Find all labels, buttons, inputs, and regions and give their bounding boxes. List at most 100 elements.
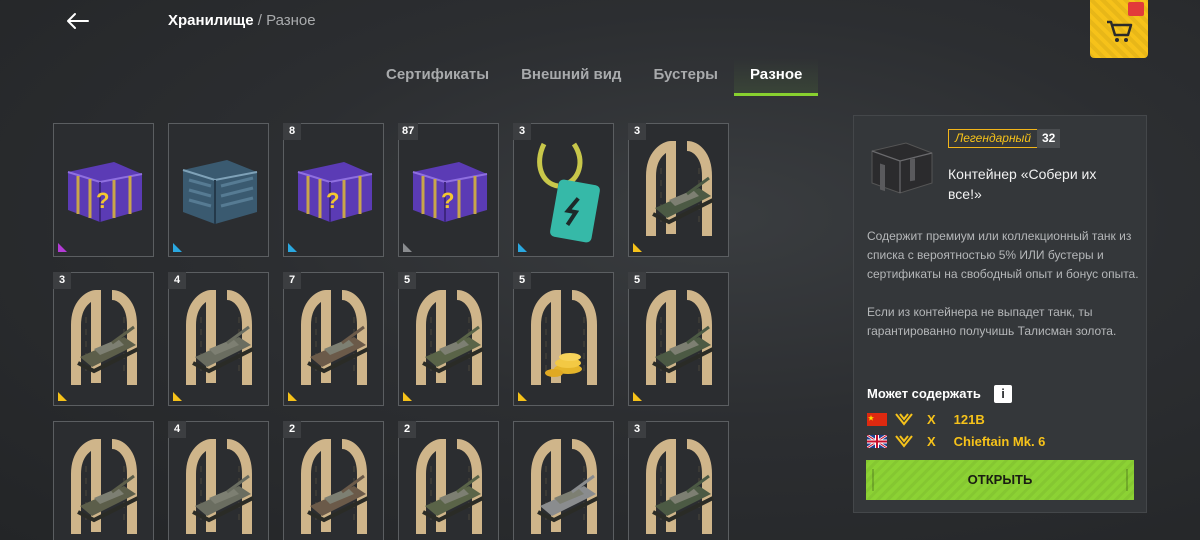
reward-row: X 121B — [867, 410, 985, 428]
item-detail-panel: Легендарный 32 Контейнер «Собери их все!… — [853, 115, 1147, 513]
steel-chest-icon — [182, 160, 258, 224]
shop-button[interactable] — [1090, 0, 1148, 58]
svg-text:?: ? — [441, 188, 454, 213]
item-count: 2 — [398, 421, 416, 438]
horseshoe-icon — [416, 289, 484, 385]
horseshoe-icon — [531, 289, 597, 385]
gold-coins-icon — [545, 353, 582, 377]
horseshoe-icon — [301, 289, 369, 385]
item-card[interactable]: 3 — [628, 123, 729, 257]
horseshoe-icon — [646, 140, 714, 236]
tab-bar: Сертификаты Внешний вид Бустеры Разное — [370, 58, 819, 96]
item-count: 3 — [628, 421, 646, 438]
item-card[interactable]: 3 — [513, 123, 614, 257]
item-count: 3 — [53, 272, 71, 289]
item-card[interactable]: 3 — [628, 421, 729, 540]
rarity-corner-icon — [173, 243, 182, 252]
purple-chest-icon: ? — [67, 162, 143, 222]
horseshoe-icon — [186, 289, 254, 385]
breadcrumb-current[interactable]: Хранилище — [168, 12, 254, 29]
reward-name[interactable]: Chieftain Mk. 6 — [954, 434, 1046, 449]
item-count: 5 — [398, 272, 416, 289]
item-card[interactable]: ? 8 — [283, 123, 384, 257]
item-count: 3 — [628, 123, 646, 140]
item-card[interactable] — [168, 123, 269, 257]
horseshoe-icon — [71, 289, 139, 385]
item-card[interactable] — [513, 421, 614, 540]
svg-text:?: ? — [96, 188, 109, 213]
tab-boosters[interactable]: Бустеры — [637, 58, 734, 96]
horseshoe-icon — [301, 438, 369, 534]
reward-multiplier: X — [927, 411, 936, 427]
reward-row: X Chieftain Mk. 6 — [867, 432, 1045, 450]
item-count-badge: 32 — [1037, 129, 1061, 148]
rarity-corner-icon — [288, 392, 297, 401]
breadcrumb-section: Разное — [266, 12, 316, 29]
purple-chest-icon: ? — [297, 162, 373, 222]
item-count: 7 — [283, 272, 301, 289]
rank-chevron-icon — [895, 413, 913, 426]
item-count: 87 — [398, 123, 419, 140]
info-icon[interactable]: i — [994, 385, 1012, 403]
china-flag-icon — [867, 412, 887, 426]
rarity-corner-icon — [173, 392, 182, 401]
tab-misc[interactable]: Разное — [734, 58, 819, 96]
item-count: 2 — [283, 421, 301, 438]
item-title: Контейнер «Собери их все!» — [948, 166, 1097, 202]
horseshoe-icon — [71, 438, 139, 534]
item-card[interactable]: 3 — [53, 272, 154, 406]
item-card[interactable]: 7 — [283, 272, 384, 406]
horseshoe-icon — [186, 438, 254, 534]
item-card[interactable]: ? — [53, 123, 154, 257]
item-count: 5 — [628, 272, 646, 289]
rarity-corner-icon — [403, 243, 412, 252]
rarity-corner-icon — [518, 392, 527, 401]
horseshoe-icon — [646, 289, 714, 385]
item-card[interactable]: 2 — [283, 421, 384, 540]
description-paragraph: Содержит премиум или коллекционный танк … — [867, 229, 1139, 281]
item-description: Содержит премиум или коллекционный танк … — [867, 227, 1142, 341]
rarity-corner-icon — [403, 392, 412, 401]
rarity-corner-icon — [58, 392, 67, 401]
breadcrumb-separator: / — [257, 12, 262, 29]
rarity-corner-icon — [58, 243, 67, 252]
item-card[interactable]: 5 — [628, 272, 729, 406]
may-contain-label: Может содержать — [867, 386, 981, 401]
rarity-corner-icon — [633, 243, 642, 252]
pass-card-icon — [537, 142, 600, 243]
open-button[interactable]: ОТКРЫТЬ — [866, 460, 1134, 500]
reward-multiplier: X — [927, 433, 936, 449]
horseshoe-icon — [416, 438, 484, 534]
horseshoe-icon — [646, 438, 714, 534]
item-count: 4 — [168, 272, 186, 289]
reward-name[interactable]: 121B — [954, 412, 985, 427]
rarity-label: Легендарный — [948, 129, 1039, 148]
rarity-corner-icon — [518, 243, 527, 252]
gift-badge-icon — [1128, 2, 1144, 16]
purple-chest-icon: ? — [412, 162, 488, 222]
back-button[interactable] — [62, 8, 94, 34]
description-paragraph: Если из контейнера не выпадет танк, ты г… — [867, 305, 1117, 338]
black-container-icon — [871, 142, 933, 194]
item-card[interactable] — [53, 421, 154, 540]
item-count: 5 — [513, 272, 531, 289]
rarity-corner-icon — [288, 243, 297, 252]
item-count: 4 — [168, 421, 186, 438]
item-card[interactable]: 5 — [398, 272, 499, 406]
rank-chevron-icon — [895, 435, 913, 448]
rarity-corner-icon — [633, 392, 642, 401]
item-card[interactable]: 4 — [168, 421, 269, 540]
item-card[interactable]: ? 87 — [398, 123, 499, 257]
tab-appearance[interactable]: Внешний вид — [505, 58, 637, 96]
item-card[interactable]: 4 — [168, 272, 269, 406]
svg-text:?: ? — [326, 188, 339, 213]
item-card[interactable]: 5 — [513, 272, 614, 406]
tab-certificates[interactable]: Сертификаты — [370, 58, 505, 96]
horseshoe-icon — [531, 438, 599, 534]
breadcrumb: Хранилище / Разное — [168, 12, 316, 29]
item-card[interactable]: 2 — [398, 421, 499, 540]
uk-flag-icon — [867, 434, 887, 448]
item-count: 8 — [283, 123, 301, 140]
arrow-left-icon — [67, 13, 89, 29]
item-count: 3 — [513, 123, 531, 140]
